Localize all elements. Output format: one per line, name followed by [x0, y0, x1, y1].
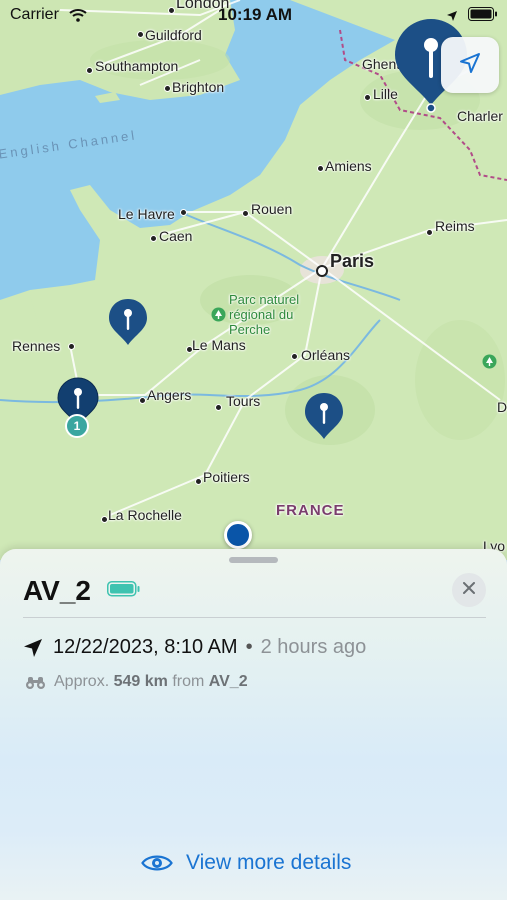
dot-rouen	[242, 210, 249, 217]
dot-le-havre	[180, 209, 187, 216]
carrier-label: Carrier	[10, 6, 59, 23]
label-poitiers: Poitiers	[203, 469, 250, 485]
label-le-havre: Le Havre	[118, 206, 175, 222]
view-more-details-link[interactable]: View more details	[141, 851, 351, 875]
label-tours: Tours	[226, 393, 261, 409]
label-guildford: Guildford	[145, 27, 202, 43]
navigation-arrow-icon	[23, 638, 43, 658]
location-services-icon	[446, 9, 458, 27]
dot-southampton	[86, 67, 93, 74]
dot-amiens	[317, 165, 324, 172]
park-tree-icon-east	[482, 354, 497, 374]
park-tree-icon	[211, 307, 226, 327]
details-label[interactable]: View more details	[186, 851, 351, 875]
relative-time: 2 hours ago	[260, 636, 367, 658]
from-text: from	[172, 673, 205, 690]
dot-angers	[139, 397, 146, 404]
sheet-grabber[interactable]	[229, 557, 278, 563]
close-button[interactable]	[452, 573, 486, 607]
approx-prefix: Approx.	[54, 673, 110, 690]
status-bar: Carrier 10:19 AM	[0, 0, 507, 30]
cluster-count-badge[interactable]: 1	[65, 414, 89, 438]
dot-le-mans	[186, 346, 193, 353]
device-name: AV_2	[23, 575, 91, 606]
wifi-icon	[69, 8, 87, 27]
label-la-rochelle: La Rochelle	[108, 507, 182, 523]
dot-orleans	[291, 353, 298, 360]
dot-brighton	[164, 85, 171, 92]
label-rouen: Rouen	[251, 201, 293, 217]
current-location-dot	[224, 521, 252, 549]
last-seen-row: 12/22/2023, 8:10 AM • 2 hours ago	[23, 636, 366, 659]
label-orleans: Orléans	[301, 347, 351, 363]
location-arrow-icon	[459, 52, 481, 79]
distance-value: 549 km	[113, 673, 168, 690]
label-angers: Angers	[147, 387, 192, 403]
last-seen-timestamp: 12/22/2023, 8:10 AM	[53, 636, 238, 658]
label-amiens: Amiens	[325, 158, 372, 174]
dot-rennes	[68, 343, 75, 350]
dot-reims	[426, 229, 433, 236]
device-detail-sheet: AV_2 12/22/2023, 8:10 AM • 2 hours ago A…	[0, 549, 507, 900]
label-southampton: Southampton	[95, 58, 179, 74]
label-reims: Reims	[435, 218, 475, 234]
divider	[23, 617, 486, 618]
dot-paris	[316, 265, 328, 277]
dot-caen	[150, 235, 157, 242]
device-battery-icon	[107, 581, 140, 597]
label-brighton: Brighton	[172, 79, 225, 95]
dot-guildford	[137, 31, 144, 38]
eye-icon	[141, 853, 173, 873]
device-pin-perche[interactable]	[108, 298, 148, 353]
locate-me-button[interactable]	[441, 37, 499, 93]
label-le-mans: Le Mans	[192, 337, 246, 353]
dot-tours	[215, 404, 222, 411]
dot-la-rochelle	[101, 516, 108, 523]
battery-status-icon	[468, 7, 498, 26]
label-d-edge: D	[497, 399, 507, 415]
label-caen: Caen	[159, 228, 193, 244]
close-icon	[463, 581, 475, 599]
from-device-name: AV_2	[208, 673, 248, 690]
label-park-perche: Parc naturel régional du Perche	[229, 292, 300, 337]
binoculars-icon	[25, 675, 46, 690]
label-rennes: Rennes	[12, 338, 61, 354]
distance-row: Approx. 549 km from AV_2	[25, 673, 248, 691]
clock: 10:19 AM	[218, 5, 293, 24]
separator-dot: •	[245, 636, 253, 658]
map-view[interactable]: London Guildford Southampton Brighton En…	[0, 0, 507, 560]
label-france: FRANCE	[276, 502, 345, 519]
label-paris: Paris	[330, 251, 375, 271]
device-pin-orleans-south[interactable]	[304, 392, 344, 447]
dot-poitiers	[195, 478, 202, 485]
dot-lille	[364, 94, 371, 101]
